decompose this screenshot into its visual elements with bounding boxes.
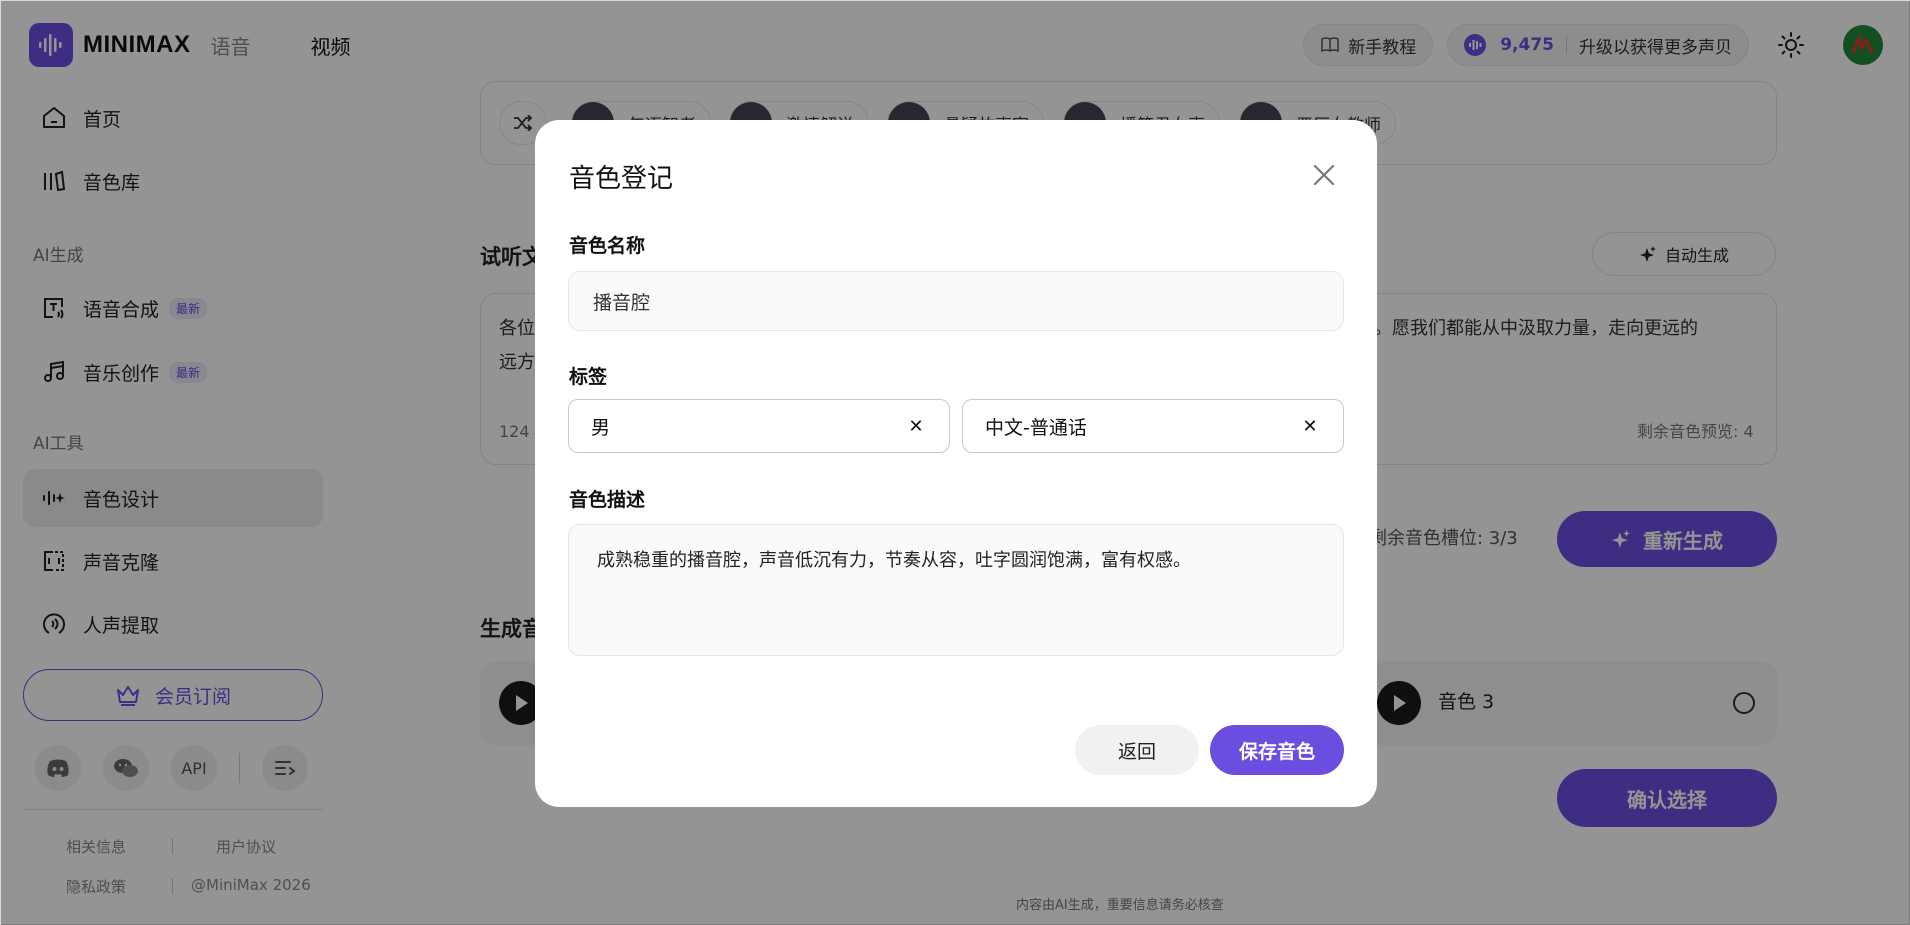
tag-field-language[interactable]: 中文-普通话 ✕ — [962, 399, 1344, 453]
voice-description-label: 音色描述 — [569, 489, 646, 511]
app-window: MINIMAX 语音 视频 新手教程 9,475 升级以获得更多声贝 首页 音色… — [0, 0, 1910, 925]
close-icon[interactable] — [1309, 160, 1339, 190]
dialog-title: 音色登记 — [569, 164, 674, 194]
tag-value: 中文-普通话 — [985, 416, 1087, 439]
voice-register-dialog: 音色登记 音色名称 播音腔 标签 男 ✕ 中文-普通话 ✕ 音色描述 成熟稳重的… — [535, 120, 1377, 807]
tag-value: 男 — [591, 416, 611, 439]
clear-icon[interactable]: ✕ — [1299, 415, 1321, 437]
clear-icon[interactable]: ✕ — [905, 415, 927, 437]
tags-label: 标签 — [569, 366, 608, 388]
tag-field-gender[interactable]: 男 ✕ — [568, 399, 950, 453]
save-voice-button[interactable]: 保存音色 — [1210, 725, 1344, 775]
voice-name-label: 音色名称 — [569, 235, 646, 257]
voice-description-textarea[interactable]: 成熟稳重的播音腔，声音低沉有力，节奏从容，吐字圆润饱满，富有权感。 — [568, 524, 1344, 656]
voice-name-input[interactable]: 播音腔 — [568, 271, 1344, 331]
back-button[interactable]: 返回 — [1075, 725, 1199, 775]
